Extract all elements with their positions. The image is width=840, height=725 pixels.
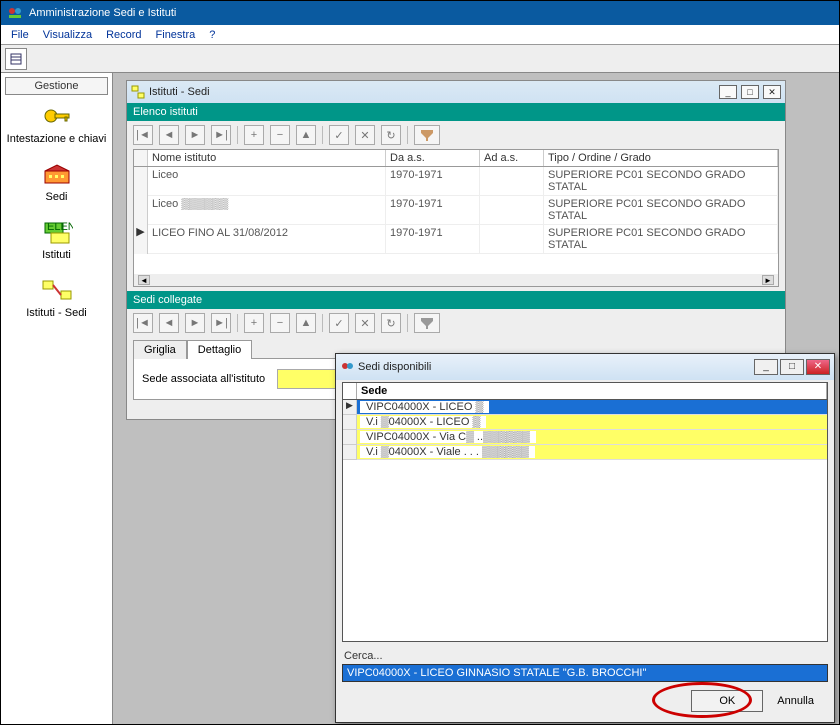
dialog-icon bbox=[340, 360, 354, 374]
remove-icon[interactable]: − bbox=[270, 125, 290, 145]
menu-visualizza[interactable]: Visualizza bbox=[37, 27, 98, 43]
add-icon[interactable]: + bbox=[244, 313, 264, 333]
list-icon: ELENCO bbox=[41, 221, 73, 245]
h-scrollbar[interactable]: ◄ ► bbox=[134, 274, 778, 286]
grid-sedi-disponibili[interactable]: Sede ▶VIPC04000X - LICEO ▒ V.i ▒04000X -… bbox=[342, 382, 828, 642]
filter-icon[interactable] bbox=[414, 313, 440, 333]
menu-record[interactable]: Record bbox=[100, 27, 147, 43]
remove-icon[interactable]: − bbox=[270, 313, 290, 333]
filter-icon[interactable] bbox=[414, 125, 440, 145]
close-button[interactable]: ✕ bbox=[806, 359, 830, 375]
main-toolbar bbox=[1, 45, 839, 73]
table-row[interactable]: Liceo ▒▒▒▒▒▒ 1970-1971 SUPERIORE PC01 SE… bbox=[134, 196, 778, 225]
nav-last-icon[interactable]: ►| bbox=[211, 313, 231, 333]
svg-text:ELENCO: ELENCO bbox=[47, 221, 73, 233]
dialog-titlebar[interactable]: Sedi disponibili _ □ ✕ bbox=[336, 354, 834, 380]
cancel-icon[interactable]: ✕ bbox=[355, 313, 375, 333]
col-tipo[interactable]: Tipo / Ordine / Grado bbox=[544, 150, 778, 166]
minimize-button[interactable]: _ bbox=[754, 359, 778, 375]
annulla-button[interactable]: Annulla bbox=[777, 695, 814, 707]
nav-last-icon[interactable]: ►| bbox=[211, 125, 231, 145]
cerca-label: Cerca... bbox=[344, 650, 826, 662]
dialog-title-text: Sedi disponibili bbox=[358, 361, 431, 373]
nav-first-icon[interactable]: |◄ bbox=[133, 125, 153, 145]
sidebar-item-istituti-sedi[interactable]: Istituti - Sedi bbox=[1, 279, 112, 319]
list-item[interactable]: V.i ▒04000X - Viale . . . ▒▒▒▒▒▒ bbox=[343, 445, 827, 460]
list-item[interactable]: V.i ▒04000X - LICEO ▒ bbox=[343, 415, 827, 430]
sidebar-item-label: Intestazione e chiavi bbox=[1, 133, 112, 145]
table-row[interactable]: Liceo 1970-1971 SUPERIORE PC01 SECONDO G… bbox=[134, 167, 778, 196]
col-sede[interactable]: Sede bbox=[357, 383, 827, 399]
close-button[interactable]: ✕ bbox=[763, 85, 781, 99]
main-titlebar: Amministrazione Sedi e Istituti bbox=[1, 1, 839, 25]
grid-toolbar-top: |◄ ◄ ► ►| + − ▲ ✓ ✕ ↻ bbox=[127, 121, 785, 149]
child-title-text: Istituti - Sedi bbox=[149, 86, 210, 98]
sidebar-header: Gestione bbox=[5, 77, 108, 95]
maximize-button[interactable]: □ bbox=[741, 85, 759, 99]
dialog-sedi-disponibili: Sedi disponibili _ □ ✕ Sede ▶VIPC04000X … bbox=[335, 353, 835, 723]
form-label-sede: Sede associata all'istituto bbox=[142, 373, 265, 385]
search-input[interactable] bbox=[342, 664, 828, 682]
menubar: File Visualizza Record Finestra ? bbox=[1, 25, 839, 45]
col-nome[interactable]: Nome istituto bbox=[148, 150, 386, 166]
menu-finestra[interactable]: Finestra bbox=[150, 27, 202, 43]
nav-next-icon[interactable]: ► bbox=[185, 313, 205, 333]
col-ad[interactable]: Ad a.s. bbox=[480, 150, 544, 166]
sidebar-item-label: Sedi bbox=[1, 191, 112, 203]
maximize-button[interactable]: □ bbox=[780, 359, 804, 375]
child-title-icon bbox=[131, 85, 145, 99]
sidebar-item-label: Istituti bbox=[1, 249, 112, 261]
up-icon[interactable]: ▲ bbox=[296, 125, 316, 145]
confirm-icon[interactable]: ✓ bbox=[329, 125, 349, 145]
nav-prev-icon[interactable]: ◄ bbox=[159, 313, 179, 333]
link-icon bbox=[41, 279, 73, 303]
grid-istituti[interactable]: Nome istituto Da a.s. Ad a.s. Tipo / Ord… bbox=[133, 149, 779, 287]
sidebar-item-intestazione[interactable]: Intestazione e chiavi bbox=[1, 105, 112, 145]
nav-prev-icon[interactable]: ◄ bbox=[159, 125, 179, 145]
grid-toolbar-bottom: |◄ ◄ ► ►| + − ▲ ✓ ✕ ↻ bbox=[127, 309, 785, 337]
main-title-text: Amministrazione Sedi e Istituti bbox=[29, 7, 176, 19]
section-sedi-collegate: Sedi collegate bbox=[127, 291, 785, 309]
table-row[interactable]: ▶ LICEO FINO AL 31/08/2012 1970-1971 SUP… bbox=[134, 225, 778, 254]
toolbar-list-icon[interactable] bbox=[5, 48, 27, 70]
confirm-icon[interactable]: ✓ bbox=[329, 313, 349, 333]
cancel-icon[interactable]: ✕ bbox=[355, 125, 375, 145]
tab-griglia[interactable]: Griglia bbox=[133, 340, 187, 359]
menu-file[interactable]: File bbox=[5, 27, 35, 43]
nav-next-icon[interactable]: ► bbox=[185, 125, 205, 145]
add-icon[interactable]: + bbox=[244, 125, 264, 145]
sidebar-item-label: Istituti - Sedi bbox=[1, 307, 112, 319]
building-icon bbox=[41, 163, 73, 187]
section-elenco-istituti: Elenco istituti bbox=[127, 103, 785, 121]
list-item[interactable]: VIPC04000X - Via C▒ ..▒▒▒▒▒▒ bbox=[343, 430, 827, 445]
sidebar-item-istituti[interactable]: ELENCO Istituti bbox=[1, 221, 112, 261]
ok-button[interactable]: OK bbox=[691, 690, 763, 712]
refresh-icon[interactable]: ↻ bbox=[381, 125, 401, 145]
list-item[interactable]: ▶VIPC04000X - LICEO ▒ bbox=[343, 400, 827, 415]
child-titlebar[interactable]: Istituti - Sedi _ □ ✕ bbox=[127, 81, 785, 103]
minimize-button[interactable]: _ bbox=[719, 85, 737, 99]
scroll-right-icon[interactable]: ► bbox=[762, 275, 774, 285]
menu-help[interactable]: ? bbox=[203, 27, 221, 43]
app-icon bbox=[7, 5, 23, 21]
nav-first-icon[interactable]: |◄ bbox=[133, 313, 153, 333]
key-icon bbox=[41, 105, 73, 129]
up-icon[interactable]: ▲ bbox=[296, 313, 316, 333]
tab-dettaglio[interactable]: Dettaglio bbox=[187, 340, 252, 359]
sidebar: Gestione Intestazione e chiavi Sedi ELEN… bbox=[1, 73, 113, 724]
sidebar-item-sedi[interactable]: Sedi bbox=[1, 163, 112, 203]
scroll-left-icon[interactable]: ◄ bbox=[138, 275, 150, 285]
col-da[interactable]: Da a.s. bbox=[386, 150, 480, 166]
refresh-icon[interactable]: ↻ bbox=[381, 313, 401, 333]
